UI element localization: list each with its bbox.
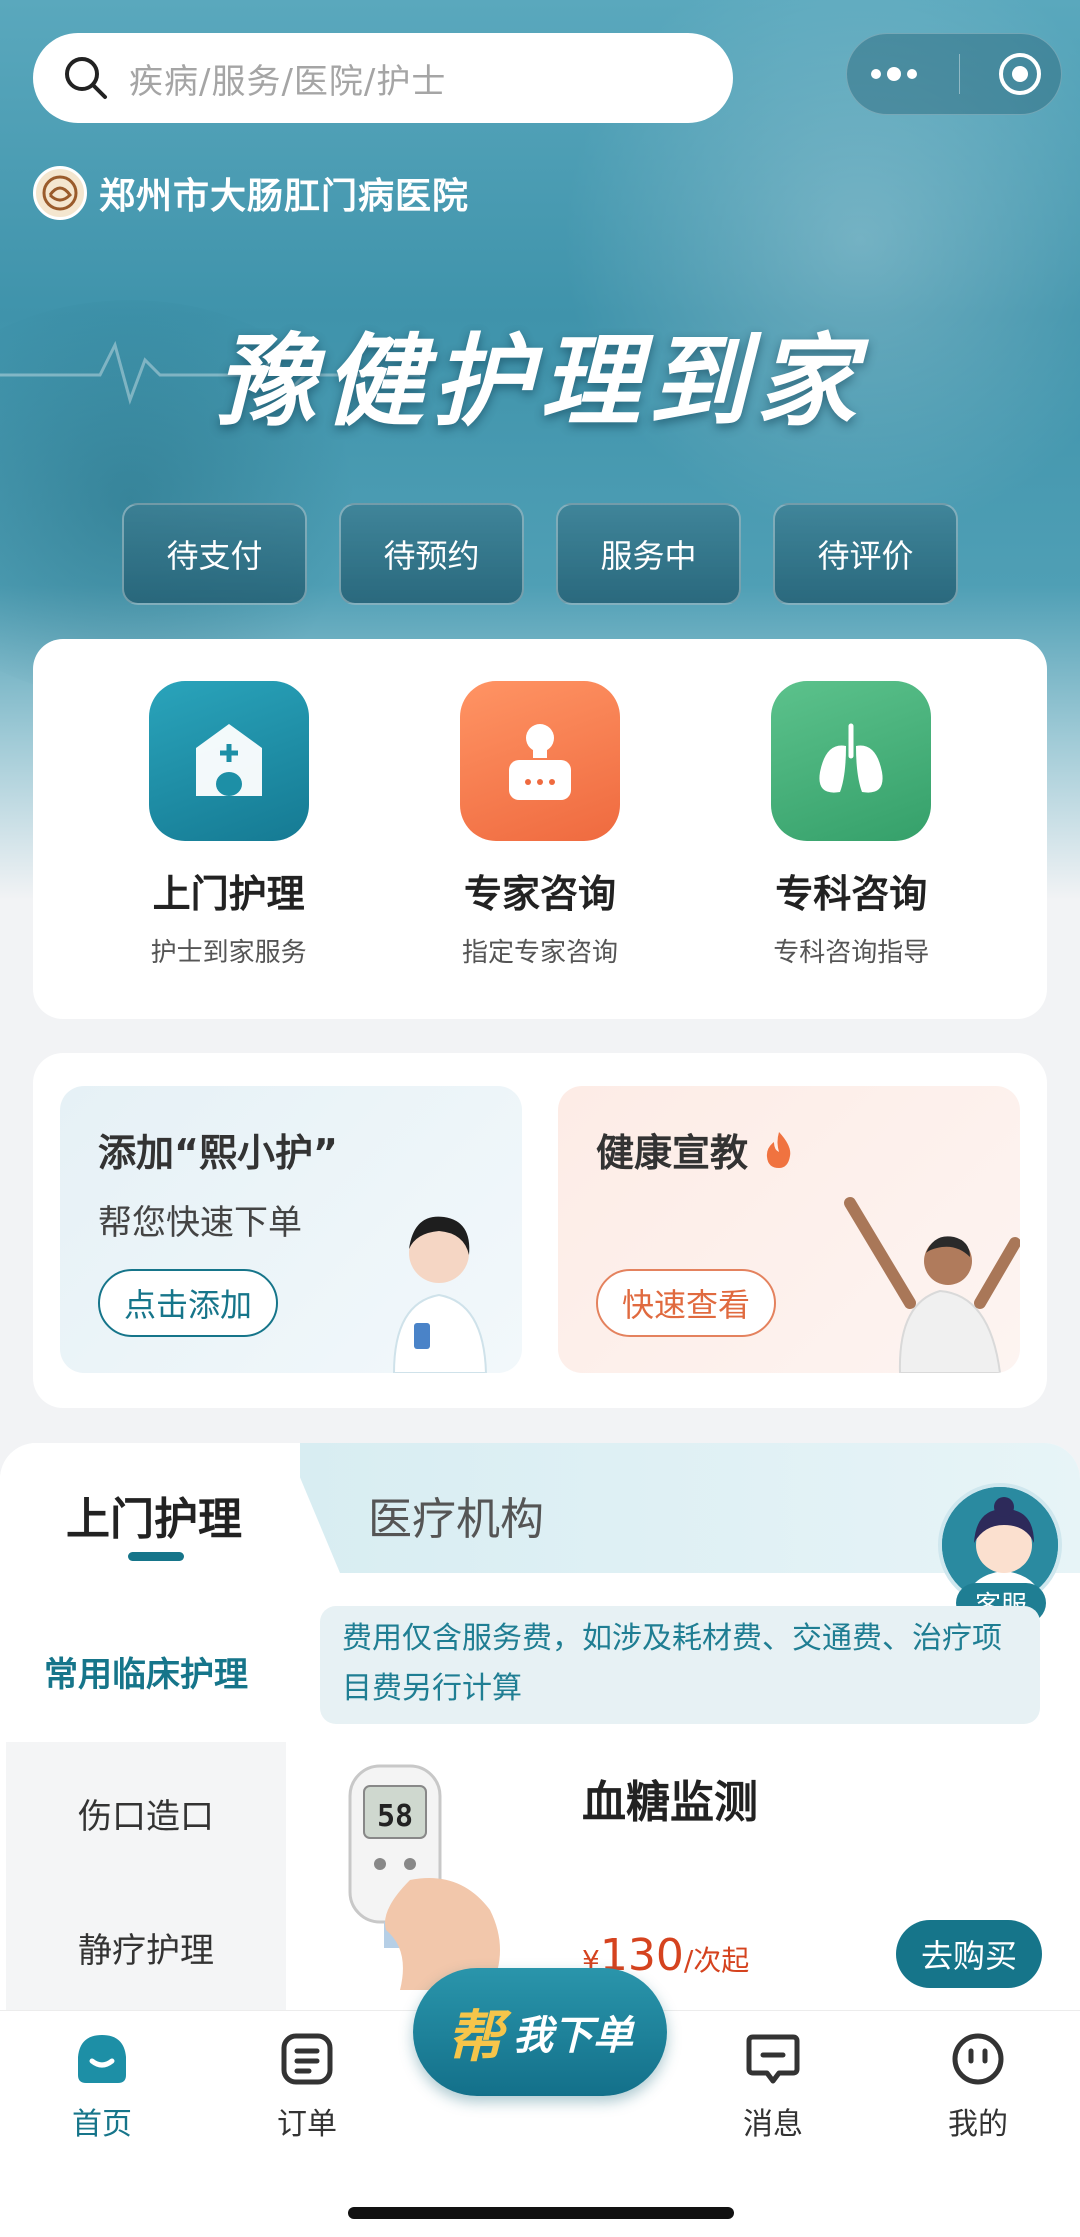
more-icon[interactable]: [866, 64, 922, 84]
product-title[interactable]: 血糖监测: [582, 1766, 758, 1830]
hospital-name: 郑州市大肠肛门病医院: [99, 176, 470, 217]
category-common-clinical[interactable]: 常用临床护理: [6, 1600, 286, 1742]
promo-card: 添加“熙小护” 帮您快速下单 点击添加 健康宣教 快速查看: [33, 1053, 1047, 1408]
help-me-order-button[interactable]: 帮 我下单: [413, 1968, 667, 2096]
service-title: 专家咨询: [463, 872, 616, 916]
nav-label: 首页: [72, 2107, 132, 2142]
lungs-icon: [771, 681, 932, 841]
status-pending-review-button[interactable]: 待评价: [773, 503, 958, 605]
nav-label: 消息: [743, 2107, 803, 2142]
service-expert-consult[interactable]: 专家咨询 指定专家咨询: [410, 681, 670, 1019]
tab-home-nursing[interactable]: 上门护理: [66, 1483, 242, 1547]
category-infusion-care[interactable]: 静疗护理: [6, 1884, 286, 2010]
buy-button[interactable]: 去购买: [896, 1920, 1042, 1988]
category-sidebar: 常用临床护理 伤口造口 静疗护理: [6, 1600, 286, 2010]
profile-icon: [952, 2033, 1004, 2085]
fee-notice: 费用仅含服务费，如涉及耗材费、交通费、治疗项目费另行计算: [320, 1606, 1040, 1724]
tab-active-indicator: [128, 1552, 184, 1561]
glucose-meter-image: 58: [348, 1764, 500, 1990]
service-title: 专科咨询: [775, 872, 928, 916]
add-helper-banner[interactable]: 添加“熙小护” 帮您快速下单 点击添加: [60, 1086, 522, 1373]
hospital-header[interactable]: 郑州市大肠肛门病医院: [33, 166, 469, 220]
fab-big-char: 帮: [447, 2004, 503, 2070]
close-target-icon[interactable]: [997, 51, 1043, 97]
house-plus-icon: [148, 681, 309, 841]
hospital-logo-icon: [42, 175, 78, 211]
glucose-reading: 58: [377, 1799, 413, 1834]
category-wound-ostomy[interactable]: 伤口造口: [6, 1742, 286, 1884]
quick-view-button[interactable]: 快速查看: [596, 1269, 777, 1337]
nav-label: 我的: [948, 2107, 1008, 2142]
mini-program-capsule: [846, 33, 1062, 115]
nav-home[interactable]: 首页: [42, 2031, 162, 2143]
nav-messages[interactable]: 消息: [713, 2031, 833, 2143]
status-pending-appointment-button[interactable]: 待预约: [339, 503, 524, 605]
service-home-nursing[interactable]: 上门护理 护士到家服务: [99, 681, 359, 1019]
customer-service-button[interactable]: 客服: [938, 1483, 1062, 1623]
hospital-logo: [33, 166, 87, 220]
service-subtitle: 护士到家服务: [150, 938, 307, 968]
fab-text: 我下单: [513, 2013, 633, 2059]
service-subtitle: 专科咨询指导: [773, 938, 930, 968]
home-icon: [78, 2035, 126, 2083]
nurse-illustration: [392, 1216, 488, 1373]
price-unit: /次起: [683, 1944, 750, 1977]
section-tabs: 上门护理 医疗机构: [0, 1443, 1080, 1573]
add-helper-button[interactable]: 点击添加: [98, 1269, 279, 1337]
search-icon: [65, 57, 107, 99]
health-education-banner[interactable]: 健康宣教 快速查看: [558, 1086, 1020, 1373]
fire-icon: [766, 1131, 791, 1168]
capsule-divider: [958, 54, 960, 94]
nav-orders[interactable]: 订单: [247, 2031, 367, 2143]
tab-medical-institutions[interactable]: 医疗机构: [368, 1483, 544, 1547]
health-edu-title-text: 健康宣教: [596, 1131, 749, 1175]
status-in-service-button[interactable]: 服务中: [556, 503, 741, 605]
services-card: 上门护理 护士到家服务 专家咨询 指定专家咨询 专科咨询 专科咨询指导: [33, 639, 1047, 1019]
service-subtitle: 指定专家咨询: [461, 938, 618, 968]
happy-man-illustration: [844, 1197, 1020, 1373]
service-title: 上门护理: [152, 872, 305, 916]
add-helper-title: 添加“熙小护”: [98, 1131, 338, 1175]
home-indicator: [348, 2207, 734, 2219]
nav-profile[interactable]: 我的: [918, 2031, 1038, 2143]
status-pending-payment-button[interactable]: 待支付: [122, 503, 307, 605]
order-icon: [281, 2033, 333, 2085]
nav-label: 订单: [277, 2107, 337, 2142]
message-icon: [746, 2034, 800, 2084]
search-placeholder: 疾病/服务/医院/护士: [129, 61, 447, 102]
health-edu-title: 健康宣教: [596, 1122, 982, 1177]
hero-slogan: 豫健护理到家: [216, 322, 864, 440]
order-status-row: 待支付 待预约 服务中 待评价: [122, 503, 958, 605]
doctor-icon: [459, 681, 620, 841]
service-specialty-consult[interactable]: 专科咨询 专科咨询指导: [721, 681, 981, 1019]
search-bar[interactable]: 疾病/服务/医院/护士: [33, 33, 733, 123]
